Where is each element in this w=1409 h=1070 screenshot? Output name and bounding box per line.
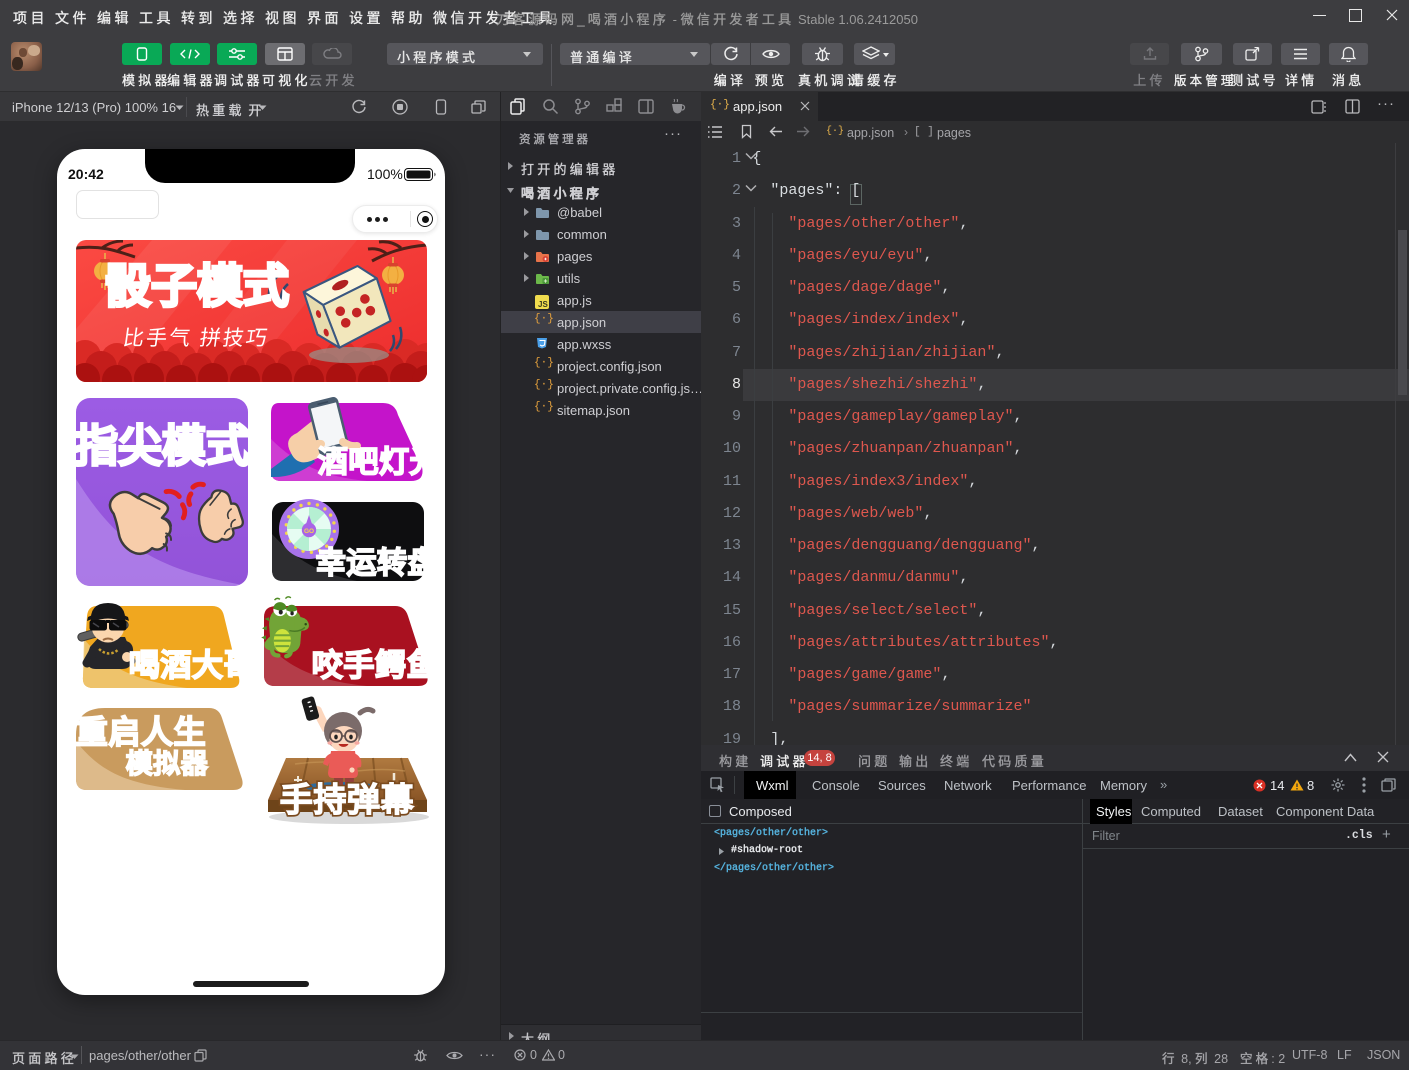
svg-text:骰子模式: 骰子模式 <box>105 260 289 312</box>
svg-text:咬手鳄鱼: 咬手鳄鱼 <box>312 648 438 683</box>
svg-text:比手气 拼技巧: 比手气 拼技巧 <box>121 326 270 350</box>
svg-text:手持弹幕: 手持弹幕 <box>280 781 415 818</box>
svg-text:幸运转盘: 幸运转盘 <box>316 546 438 580</box>
svg-text:酒吧灯光: 酒吧灯光 <box>318 446 440 479</box>
svg-text:指尖模式: 指尖模式 <box>74 422 250 471</box>
svg-text:重启人生: 重启人生 <box>76 714 206 750</box>
svg-text:模拟器: 模拟器 <box>126 749 209 779</box>
svg-text:GO: GO <box>304 528 314 535</box>
svg-text:喝酒大哥: 喝酒大哥 <box>129 648 255 683</box>
